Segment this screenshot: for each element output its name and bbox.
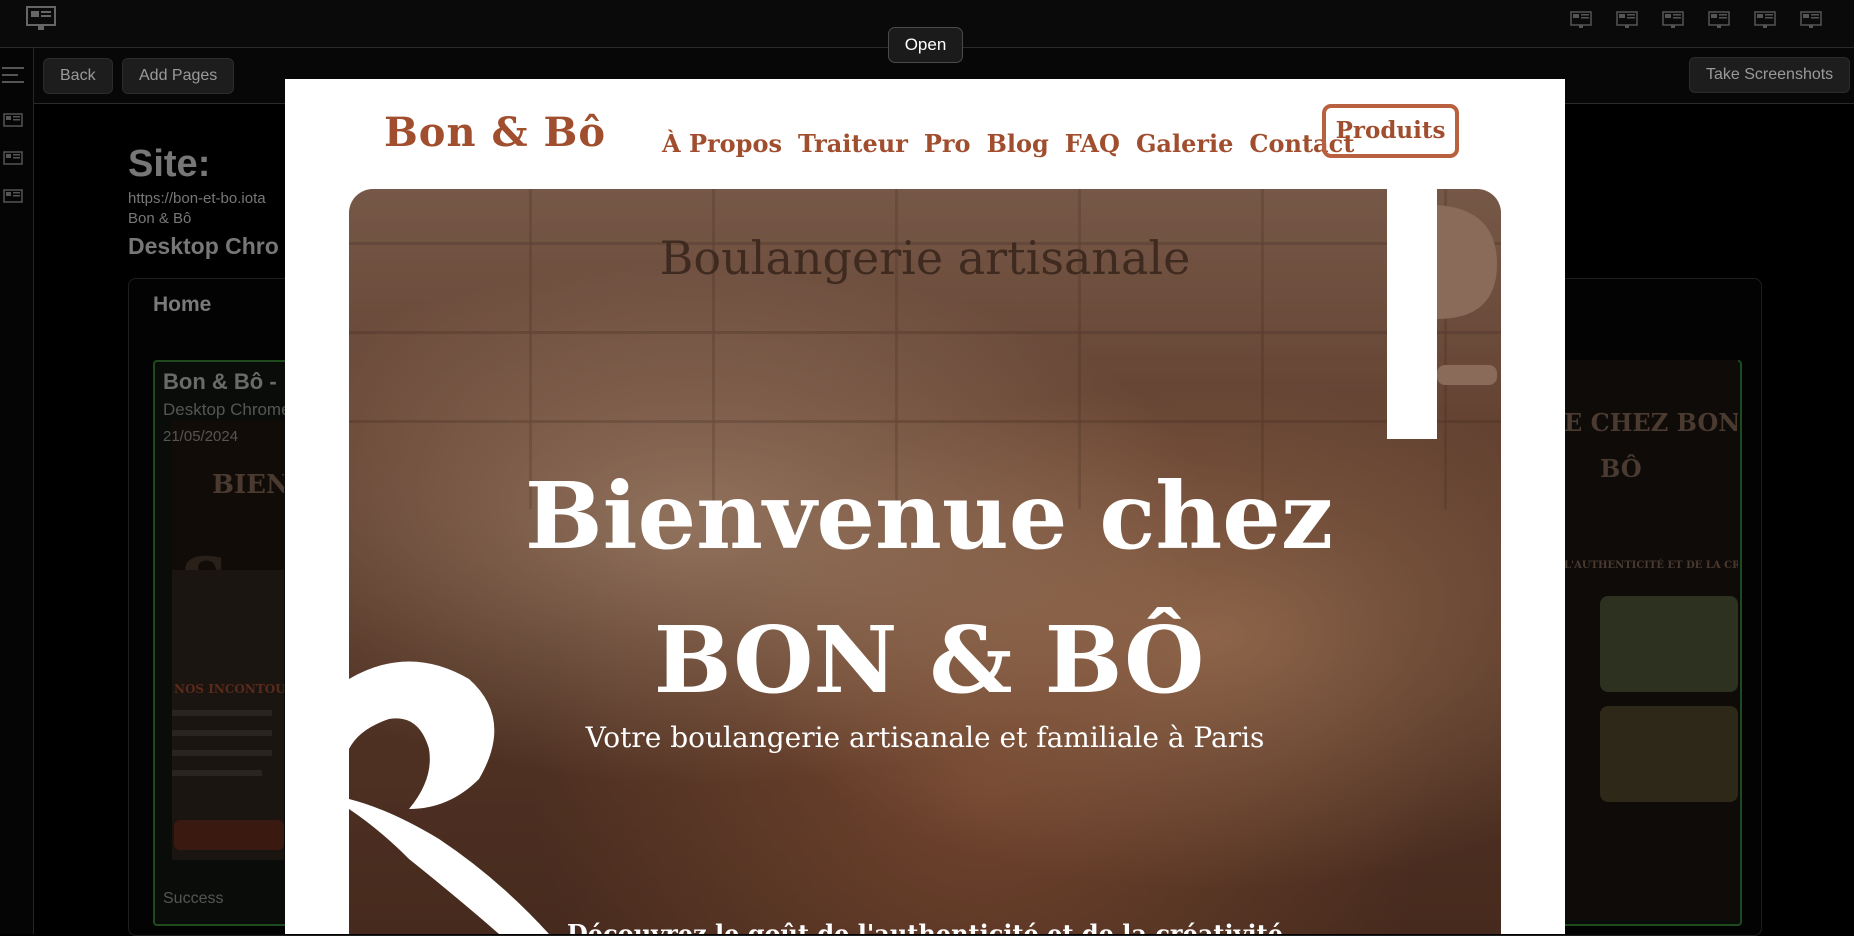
menu-icon[interactable]	[2, 66, 24, 84]
nav-item-a-propos[interactable]: À Propos	[662, 129, 782, 158]
nav-item-faq[interactable]: FAQ	[1065, 129, 1120, 158]
screenshot-thumbnail-left: BIENVE & NOS INCONTOURNA	[172, 420, 284, 860]
nav-item-traiteur[interactable]: Traiteur	[798, 129, 908, 158]
device-icon[interactable]	[1754, 11, 1776, 28]
produits-button[interactable]: Produits	[1322, 104, 1459, 158]
left-sidebar	[0, 48, 34, 934]
card-title: Bon & Bô -	[163, 369, 277, 394]
screenshot-preview-modal: Bon & Bô À Propos Traiteur Pro Blog FAQ …	[285, 79, 1565, 934]
device-icon[interactable]	[1800, 11, 1822, 28]
site-url[interactable]: https://bon-et-bo.iota	[128, 190, 266, 207]
panel-title: Home	[153, 293, 212, 316]
nav-item-pro[interactable]: Pro	[924, 129, 971, 158]
open-button[interactable]: Open	[888, 27, 963, 63]
screenshot-thumbnail-right: E CHEZ BON & BÔ L'AUTHENTICITÉ ET DE LA …	[1560, 360, 1738, 920]
app-monitor-icon[interactable]	[26, 6, 56, 30]
site-nav: À Propos Traiteur Pro Blog FAQ Galerie C…	[662, 129, 1370, 158]
site-logo[interactable]: Bon & Bô	[384, 109, 606, 156]
sidebar-page-icon[interactable]	[3, 189, 25, 205]
nav-item-blog[interactable]: Blog	[987, 129, 1049, 158]
card-status: Success	[163, 890, 224, 907]
site-device: Desktop Chro	[128, 233, 279, 259]
sidebar-page-icon[interactable]	[3, 151, 25, 167]
decorative-ampersand-shape	[349, 661, 549, 934]
site-name: Bon & Bô	[128, 210, 192, 227]
card-date: 21/05/2024	[163, 428, 239, 445]
decorative-b-shape	[1387, 189, 1497, 439]
device-icon[interactable]	[1616, 11, 1638, 28]
card-device: Desktop Chrome	[163, 400, 291, 419]
back-button[interactable]: Back	[43, 58, 113, 94]
device-icon[interactable]	[1570, 11, 1592, 28]
device-icon[interactable]	[1708, 11, 1730, 28]
site-heading: Site:	[128, 143, 211, 185]
add-pages-button[interactable]: Add Pages	[122, 58, 235, 94]
hero-wall-sign: Boulangerie artisanale	[659, 231, 1191, 285]
take-screenshots-button[interactable]: Take Screenshots	[1689, 57, 1851, 93]
nav-item-galerie[interactable]: Galerie	[1136, 129, 1233, 158]
sidebar-page-icon[interactable]	[3, 113, 25, 129]
device-icon[interactable]	[1662, 11, 1684, 28]
